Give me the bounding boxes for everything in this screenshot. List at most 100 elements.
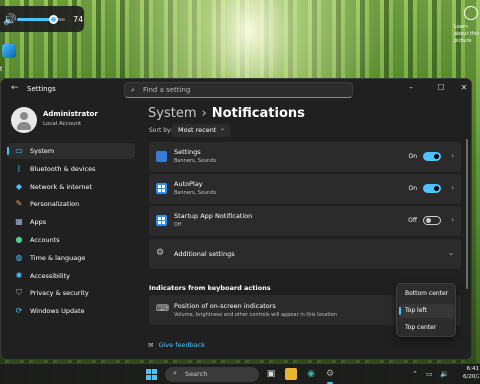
- sidebar-item-accessibility[interactable]: ✱ Accessibility: [7, 268, 135, 284]
- monitor-icon: ▭: [15, 146, 23, 155]
- sidebar-item-label: Network & internet: [30, 183, 93, 191]
- find-setting-search-input[interactable]: ⌕ Find a setting: [124, 82, 353, 98]
- sidebar-item-label: Accessibility: [30, 272, 70, 280]
- keyboard-icon: ⌨: [156, 304, 169, 314]
- volume-flyout: 🔊 74: [0, 6, 84, 32]
- learn-about-picture-label[interactable]: Learn about this picture: [454, 24, 480, 45]
- app-subtitle: Banners, Sounds: [174, 158, 217, 164]
- toggle-state-label: On: [408, 185, 417, 192]
- windows-start-icon[interactable]: [146, 369, 157, 380]
- notifications-toggle[interactable]: [423, 216, 441, 225]
- notifications-toggle[interactable]: [423, 152, 441, 161]
- sidebar-item-time-language[interactable]: ◍ Time & language: [7, 250, 135, 266]
- app-title: AutoPlay: [174, 180, 203, 188]
- feedback-icon: ✉: [148, 341, 154, 349]
- network-icon[interactable]: ▭: [426, 370, 433, 378]
- sidebar-item-system[interactable]: ▭ System: [7, 143, 135, 159]
- sidebar-item-privacy[interactable]: ⛉ Privacy & security: [7, 285, 135, 301]
- additional-settings-row[interactable]: ⚙ Additional settings ⌄: [149, 239, 461, 269]
- volume-slider-fill: [17, 17, 53, 21]
- taskbar-search[interactable]: ⌕ Search: [165, 367, 259, 382]
- search-placeholder: Find a setting: [143, 86, 191, 94]
- system-clock[interactable]: 6:41 6/20/20: [463, 365, 479, 381]
- sort-by-select[interactable]: Most recent ⌄: [172, 124, 230, 137]
- apps-icon: ▦: [15, 217, 23, 226]
- app-notification-settings[interactable]: Settings Banners, Sounds On ›: [149, 142, 461, 172]
- active-indicator: [7, 147, 9, 155]
- back-arrow-icon[interactable]: ←: [11, 83, 19, 93]
- wifi-icon: ◆: [15, 182, 23, 191]
- close-button[interactable]: ✕: [457, 83, 471, 92]
- scrollbar[interactable]: [466, 139, 468, 289]
- sidebar-item-label: Apps: [30, 218, 47, 226]
- app-notification-autoplay[interactable]: AutoPlay Banners, Sounds On ›: [149, 174, 461, 204]
- clock-time: 6:41: [466, 366, 479, 372]
- breadcrumb: System › Notifications: [148, 106, 305, 121]
- toggle-state-label: Off: [408, 217, 417, 224]
- sidebar-item-network[interactable]: ◆ Network & internet: [7, 179, 135, 195]
- indicator-position-dropdown: Bottom center Top left Top center: [396, 283, 456, 337]
- startup-app-icon: [156, 215, 167, 226]
- sidebar-item-label: Personalization: [30, 200, 80, 208]
- chevron-right-icon[interactable]: ›: [451, 216, 454, 224]
- edge-browser-icon[interactable]: ◉: [305, 368, 317, 380]
- desktop-app-icon[interactable]: [2, 44, 16, 58]
- chevron-down-icon[interactable]: ⌄: [448, 249, 454, 257]
- sidebar-item-bluetooth[interactable]: ᛒ Bluetooth & devices: [7, 161, 135, 177]
- sidebar-item-label: Accounts: [30, 236, 60, 244]
- chevron-up-icon[interactable]: ⌃: [412, 370, 418, 378]
- avatar[interactable]: [11, 107, 37, 133]
- learn-about-picture-icon[interactable]: [464, 6, 478, 20]
- give-feedback-link[interactable]: ✉ Give feedback: [148, 341, 205, 349]
- search-icon: ⌕: [173, 369, 177, 377]
- dropdown-option-top-left[interactable]: Top left: [399, 304, 454, 318]
- app-notification-startup[interactable]: Startup App Notification Off Off ›: [149, 206, 461, 236]
- sidebar-item-windows-update[interactable]: ⟳ Windows Update: [7, 303, 135, 319]
- brush-icon: ✎: [15, 199, 23, 208]
- dropdown-option-top-center[interactable]: Top center: [399, 321, 454, 335]
- taskbar-search-label: Search: [185, 370, 208, 378]
- gears-icon: ⚙: [156, 248, 165, 258]
- search-icon: ⌕: [131, 86, 135, 94]
- sidebar-item-personalization[interactable]: ✎ Personalization: [7, 196, 135, 212]
- app-title: Settings: [174, 148, 201, 156]
- sort-by-label: Sort by:: [149, 127, 173, 134]
- shield-icon: ⛉: [16, 288, 22, 297]
- title-bar: ← Settings ⌕ Find a setting – ☐ ✕: [1, 79, 471, 99]
- sort-by-value: Most recent: [178, 126, 217, 134]
- speaker-icon[interactable]: 🔊: [3, 13, 17, 26]
- task-view-icon[interactable]: ▣: [265, 368, 277, 380]
- minimize-button[interactable]: –: [404, 83, 418, 92]
- sidebar-item-accounts[interactable]: ● Accounts: [7, 232, 135, 248]
- sidebar-item-label: System: [30, 147, 55, 155]
- sidebar-item-label: Privacy & security: [30, 289, 89, 297]
- breadcrumb-parent[interactable]: System: [148, 106, 196, 121]
- file-explorer-icon[interactable]: [285, 368, 297, 380]
- settings-gear-icon: [156, 151, 167, 162]
- taskbar: ⌕ Search ▣ ◉ ⚙ ⌃ ▭ 🔉 6:41 6/20/20: [0, 363, 480, 384]
- app-subtitle: Off: [174, 222, 182, 228]
- chevron-right-icon[interactable]: ›: [451, 184, 454, 192]
- volume-value: 74: [73, 14, 84, 24]
- sidebar-item-label: Windows Update: [30, 307, 85, 315]
- volume-icon[interactable]: 🔉: [440, 370, 449, 378]
- toggle-state-label: On: [408, 153, 417, 160]
- settings-gear-icon[interactable]: ⚙: [324, 368, 336, 384]
- profile-name: Administrator: [43, 110, 98, 118]
- volume-slider[interactable]: [17, 14, 65, 24]
- dropdown-option-bottom-center[interactable]: Bottom center: [399, 287, 454, 301]
- maximize-button[interactable]: ☐: [434, 83, 448, 92]
- sidebar-item-apps[interactable]: ▦ Apps: [7, 214, 135, 230]
- accessibility-icon: ✱: [15, 271, 23, 280]
- indicator-position-title: Position of on-screen indicators: [174, 302, 276, 310]
- breadcrumb-separator: ›: [201, 106, 207, 121]
- notifications-toggle[interactable]: [423, 184, 441, 193]
- additional-settings-label: Additional settings: [174, 250, 235, 258]
- app-subtitle: Banners, Sounds: [174, 190, 217, 196]
- chevron-right-icon[interactable]: ›: [451, 152, 454, 160]
- volume-slider-thumb[interactable]: [48, 14, 58, 24]
- section-heading: Indicators from keyboard actions: [149, 284, 271, 292]
- give-feedback-label: Give feedback: [158, 341, 206, 349]
- app-title: Startup App Notification: [174, 212, 253, 220]
- indicator-position-description: Volume, brightness and other controls wi…: [174, 312, 337, 318]
